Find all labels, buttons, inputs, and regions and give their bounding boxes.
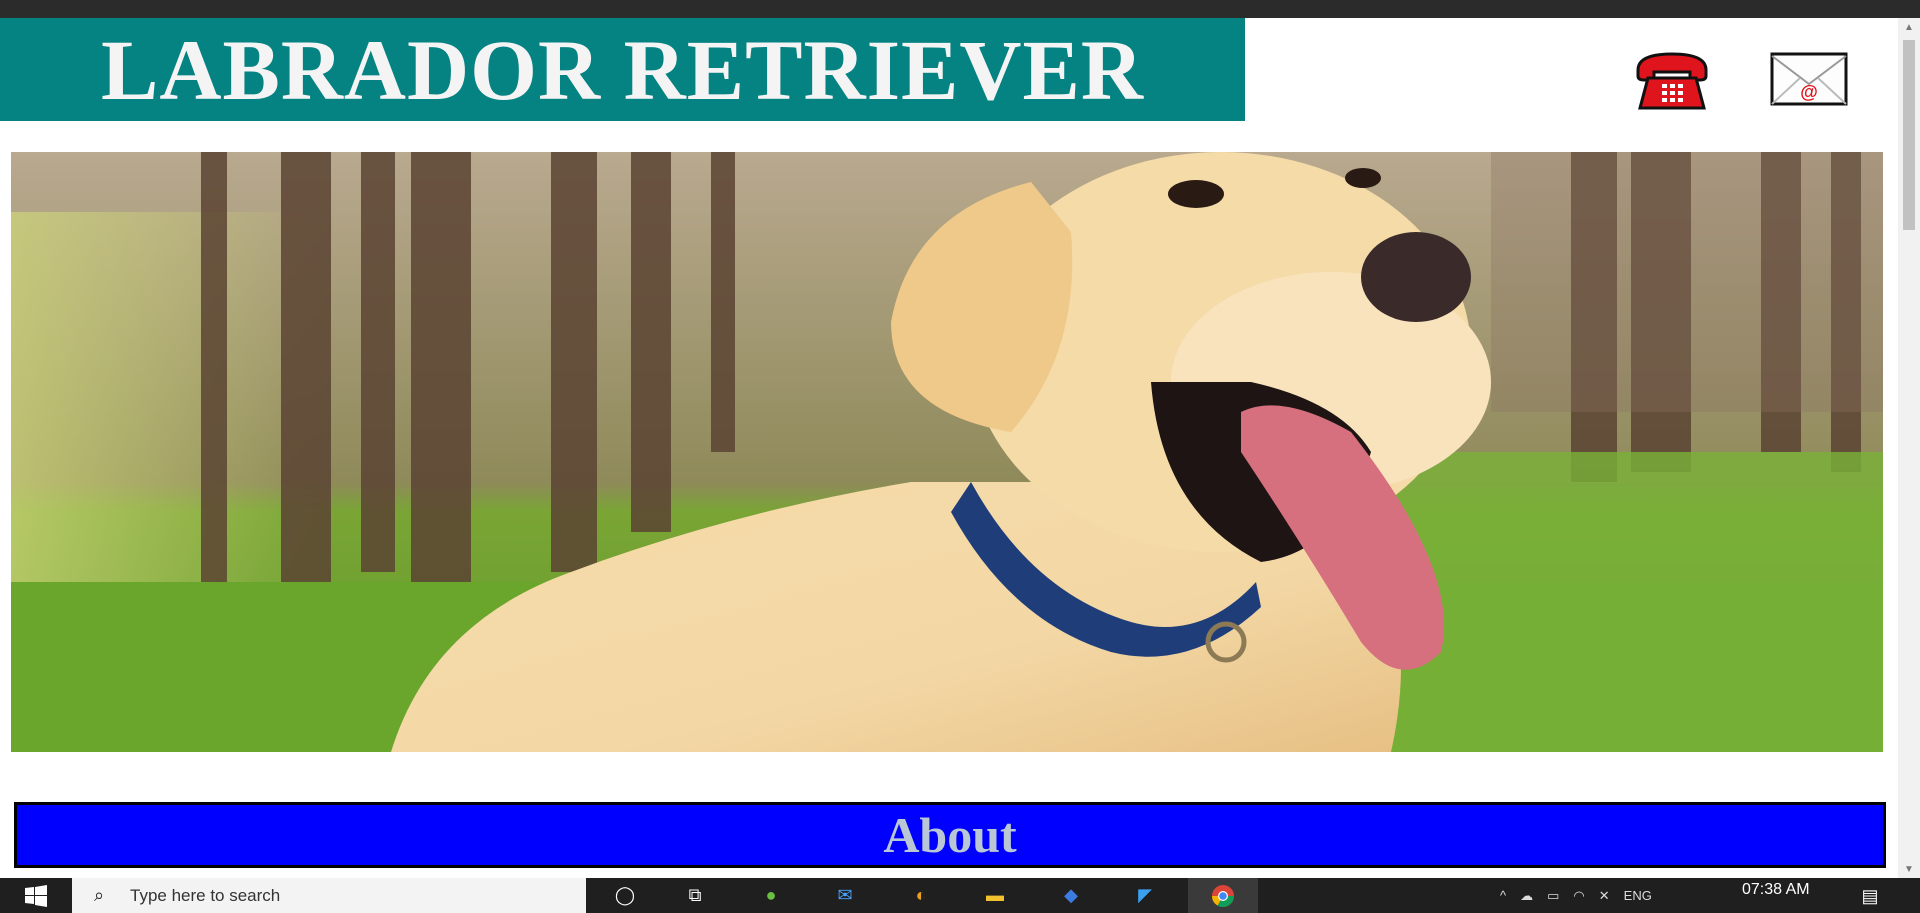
system-tray: ^ ☁ ▭ ◠ ✕ ENG: [1500, 878, 1652, 913]
page-title: LABRADOR RETRIEVER: [101, 21, 1144, 118]
mail-app-icon[interactable]: ✉: [830, 882, 860, 909]
vertical-scrollbar[interactable]: ▲ ▼: [1898, 18, 1920, 878]
about-heading: About: [883, 807, 1017, 863]
hero-dog-image: [11, 152, 1883, 752]
taskbar-clock[interactable]: 07:38 AM: [1742, 881, 1810, 899]
browser-top-strip: [0, 0, 1920, 18]
search-icon: ⌕: [94, 885, 105, 905]
app-blue-icon[interactable]: ◆: [1056, 882, 1086, 909]
search-placeholder: Type here to search: [130, 885, 281, 905]
chrome-icon[interactable]: [1188, 878, 1258, 913]
windows-logo-icon: [25, 884, 47, 907]
file-explorer-icon[interactable]: ▬: [980, 882, 1010, 909]
title-banner: LABRADOR RETRIEVER: [0, 18, 1245, 121]
scrollbar-thumb[interactable]: [1903, 40, 1915, 230]
mail-icon[interactable]: @: [1770, 52, 1848, 108]
scroll-down-arrow-icon[interactable]: ▼: [1898, 860, 1920, 878]
wifi-icon[interactable]: ◠: [1573, 888, 1584, 904]
app-green-icon[interactable]: ●: [756, 882, 786, 909]
notification-center-icon[interactable]: ▤: [1858, 884, 1882, 908]
cortana-icon[interactable]: ◯: [610, 882, 640, 909]
mail-at-symbol: @: [1800, 82, 1818, 102]
eclipse-icon[interactable]: ◐: [906, 882, 936, 909]
battery-icon[interactable]: ▭: [1547, 888, 1559, 904]
start-button[interactable]: [0, 878, 72, 913]
onedrive-icon[interactable]: ☁: [1520, 888, 1533, 904]
about-section-header: About: [14, 802, 1886, 868]
vscode-icon[interactable]: ◤: [1130, 882, 1160, 909]
webpage: LABRADOR RETRIEVER @ About: [0, 18, 1898, 878]
scroll-up-arrow-icon[interactable]: ▲: [1898, 18, 1920, 36]
language-indicator[interactable]: ENG: [1624, 888, 1652, 903]
phone-icon[interactable]: [1634, 48, 1710, 112]
tray-chevron-up-icon[interactable]: ^: [1500, 888, 1506, 903]
windows-taskbar: ⌕ Type here to search ◯ ⧉ ● ✉ ◐ ▬ ◆ ◤ ^ …: [0, 878, 1920, 913]
taskbar-search-input[interactable]: ⌕ Type here to search: [72, 878, 586, 913]
task-view-icon[interactable]: ⧉: [680, 882, 710, 909]
volume-muted-icon[interactable]: ✕: [1599, 888, 1610, 904]
